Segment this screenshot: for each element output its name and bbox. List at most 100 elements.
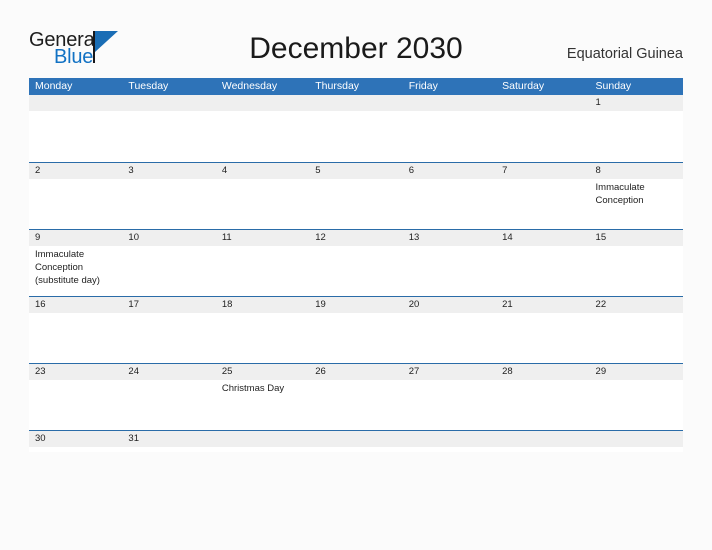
day-number	[315, 95, 397, 111]
day-number	[502, 95, 584, 111]
day-number: 26	[315, 366, 326, 377]
calendar-day-cell-24[interactable]: 24	[122, 364, 216, 430]
calendar-week-row: 16 17 18 19 20 21 22	[29, 296, 683, 363]
day-number	[409, 431, 491, 447]
day-of-week-header-sunday: Sunday	[595, 80, 632, 92]
calendar-day-cell-30[interactable]: 30	[29, 431, 123, 452]
day-of-week-header-wednesday: Wednesday	[221, 80, 278, 92]
calendar-day-cell-28[interactable]: 28	[496, 364, 590, 430]
day-number: 16	[35, 299, 46, 310]
calendar-day-cell-26[interactable]: 26	[309, 364, 403, 430]
calendar-day-cell-5[interactable]: 5	[309, 163, 403, 229]
calendar-day-cell-3[interactable]: 3	[122, 163, 216, 229]
day-number	[596, 431, 678, 447]
day-number	[222, 95, 304, 111]
calendar-day-cell-empty	[29, 95, 123, 162]
day-events: Immaculate Conception	[596, 181, 678, 207]
calendar-week-rows: 1 2 3 4 5 6 7 8 Immaculate Conception 9 Immaculate C…	[29, 95, 683, 452]
day-number: 21	[502, 299, 513, 310]
calendar-day-cell-15[interactable]: 15	[589, 230, 683, 296]
day-number: 13	[408, 232, 420, 243]
calendar-day-cell-9[interactable]: 9 Immaculate Conception (substitute day)	[29, 230, 123, 296]
day-events: Christmas Day	[222, 382, 304, 395]
region-label: Equatorial Guinea	[566, 46, 683, 62]
calendar-week-row: 1	[29, 95, 683, 162]
day-number: 30	[35, 433, 46, 444]
calendar-day-cell-empty	[215, 431, 310, 452]
day-number: 14	[502, 232, 513, 243]
calendar-day-cell-20[interactable]: 20	[402, 297, 497, 363]
day-number: 24	[128, 366, 139, 377]
day-number: 3	[128, 165, 134, 176]
day-number: 5	[315, 165, 321, 176]
calendar-day-cell-23[interactable]: 23	[29, 364, 123, 430]
day-number: 1	[595, 97, 601, 108]
day-number	[315, 431, 397, 447]
calendar-day-cell-11[interactable]: 11	[215, 230, 310, 296]
day-number: 4	[221, 165, 228, 176]
calendar-day-cell-17[interactable]: 17	[122, 297, 216, 363]
day-number: 8	[595, 165, 601, 176]
calendar-day-cell-empty	[309, 95, 403, 162]
calendar-day-cell-25[interactable]: 25 Christmas Day	[215, 364, 310, 430]
day-of-week-header-thursday: Thursday	[315, 80, 360, 92]
event-text-line: Christmas Day	[221, 383, 285, 394]
day-events: Immaculate Conception (substitute day)	[35, 248, 117, 287]
calendar-day-cell-1[interactable]: 1	[589, 95, 683, 162]
day-number: 17	[128, 299, 139, 310]
calendar-day-cell-empty	[402, 431, 497, 452]
event-text-line: (substitute day)	[35, 275, 100, 286]
calendar-day-cell-2[interactable]: 2	[29, 163, 123, 229]
calendar-day-cell-12[interactable]: 12	[309, 230, 403, 296]
event-text-line: Immaculate	[595, 182, 645, 193]
day-number: 19	[315, 299, 326, 310]
calendar-day-cell-8[interactable]: 8 Immaculate Conception	[589, 163, 683, 229]
day-number	[35, 95, 117, 111]
day-number: 15	[595, 232, 607, 243]
day-number: 2	[35, 165, 41, 176]
event-text-line: Conception	[35, 262, 84, 273]
calendar-day-cell-empty	[496, 431, 590, 452]
calendar-day-cell-empty	[402, 95, 497, 162]
day-number	[409, 95, 491, 111]
day-of-week-header-friday: Friday	[408, 80, 438, 92]
calendar-week-row: 30 31	[29, 430, 683, 452]
day-number	[128, 95, 210, 111]
calendar-day-cell-6[interactable]: 6	[402, 163, 497, 229]
calendar-day-cell-22[interactable]: 22	[589, 297, 683, 363]
calendar-day-cell-empty	[215, 95, 310, 162]
calendar-page: General Blue December 2030 Equatorial Gu…	[0, 0, 712, 550]
calendar-day-cell-empty	[496, 95, 590, 162]
day-number: 27	[408, 366, 420, 377]
calendar-day-cell-16[interactable]: 16	[29, 297, 123, 363]
calendar-day-cell-empty	[309, 431, 403, 452]
calendar-day-cell-13[interactable]: 13	[402, 230, 497, 296]
day-number	[502, 431, 584, 447]
calendar-day-cell-10[interactable]: 10	[122, 230, 216, 296]
day-number: 22	[595, 299, 607, 310]
calendar-day-cell-27[interactable]: 27	[402, 364, 497, 430]
day-of-week-header-row: Monday Tuesday Wednesday Thursday Friday Satu…	[29, 78, 683, 95]
calendar-grid: Monday Tuesday Wednesday Thursday Friday Satu…	[29, 78, 683, 452]
calendar-week-row: 2 3 4 5 6 7 8 Immaculate Conception	[29, 162, 683, 229]
day-of-week-header-monday: Monday	[35, 80, 73, 92]
calendar-day-cell-31[interactable]: 31	[122, 431, 216, 452]
day-number: 20	[408, 299, 420, 310]
day-number: 29	[595, 366, 607, 377]
calendar-day-cell-7[interactable]: 7	[496, 163, 590, 229]
calendar-day-cell-21[interactable]: 21	[496, 297, 590, 363]
day-of-week-header-tuesday: Tuesday	[128, 80, 169, 92]
calendar-day-cell-empty	[122, 95, 216, 162]
day-number: 12	[315, 232, 326, 243]
calendar-day-cell-18[interactable]: 18	[215, 297, 310, 363]
calendar-day-cell-29[interactable]: 29	[589, 364, 683, 430]
calendar-day-cell-4[interactable]: 4	[215, 163, 310, 229]
calendar-day-cell-19[interactable]: 19	[309, 297, 403, 363]
day-number: 18	[221, 299, 233, 310]
day-number: 10	[128, 232, 139, 243]
day-number	[222, 431, 304, 447]
day-number: 25	[221, 366, 233, 377]
day-number: 28	[502, 366, 513, 377]
calendar-day-cell-14[interactable]: 14	[496, 230, 590, 296]
day-number: 11	[221, 232, 232, 243]
